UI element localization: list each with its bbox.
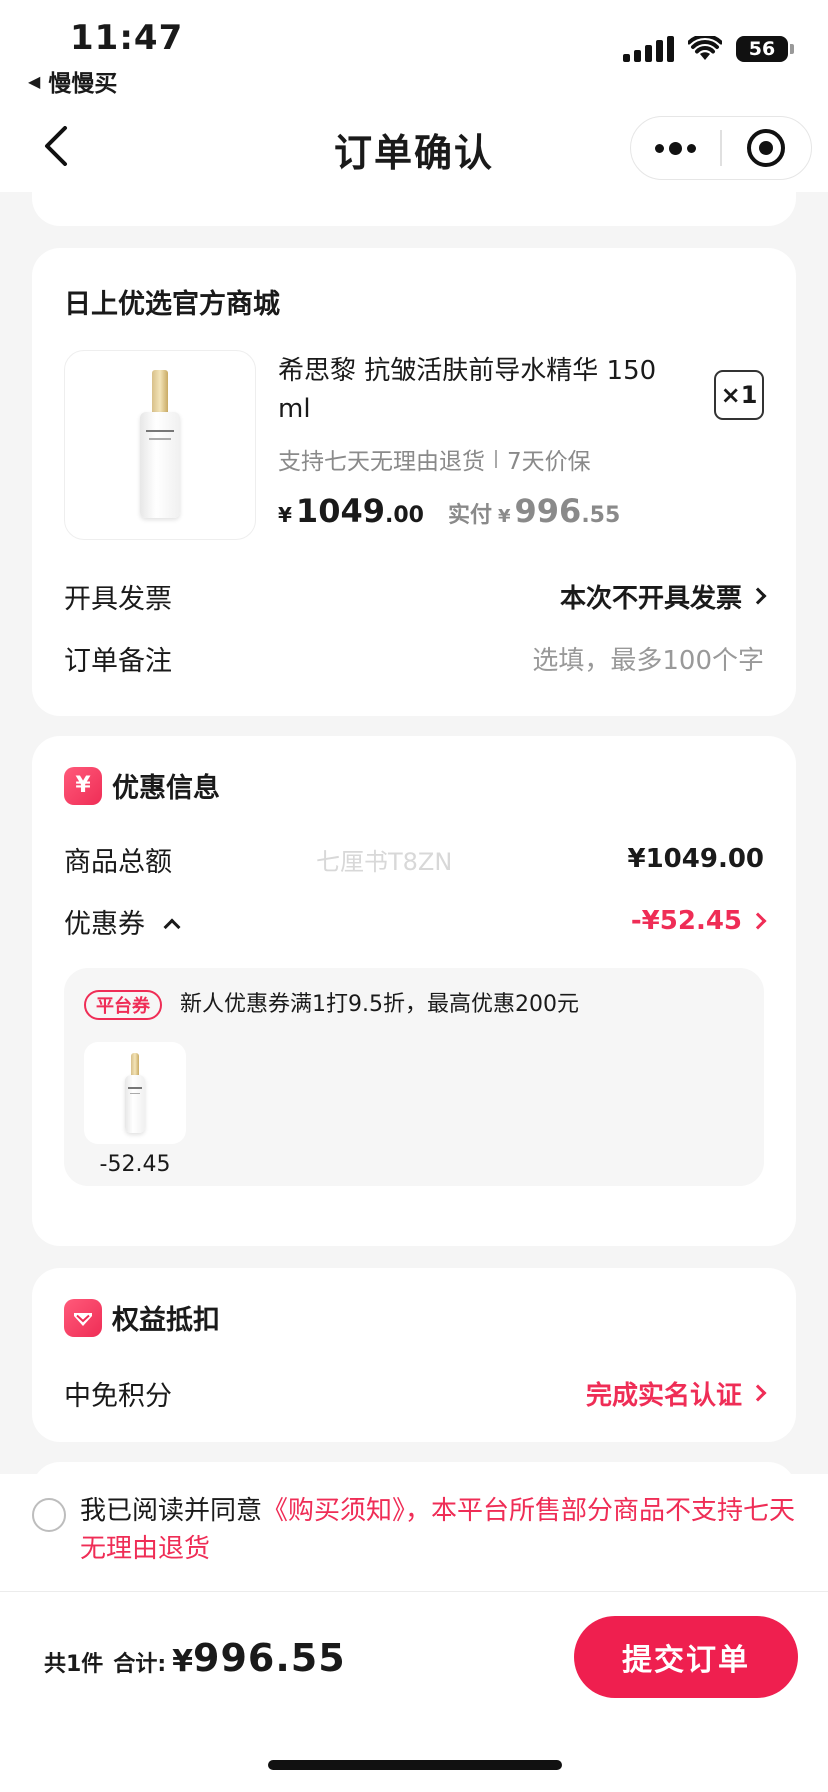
agree-checkbox[interactable] — [32, 1498, 66, 1532]
goods-total-value: ¥1049.00 — [627, 844, 764, 874]
chevron-right-icon — [749, 912, 767, 930]
back-app-label: 慢慢买 — [48, 71, 118, 97]
agreement-bar: 我已阅读并同意《购买须知》，本平台所售部分商品不支持七天无理由退货 — [0, 1474, 828, 1592]
actual-decimal: .55 — [581, 503, 621, 528]
target-icon — [747, 129, 786, 167]
agreement-text: 我已阅读并同意《购买须知》，本平台所售部分商品不支持七天无理由退货 — [80, 1492, 800, 1568]
product-bottle-image — [140, 370, 180, 520]
actual-paid-label: 实付 — [447, 503, 492, 528]
store-name: 日上优选官方商城 — [64, 289, 280, 320]
coupon-label: 优惠券 — [64, 902, 181, 941]
yen-badge-icon: ¥ — [64, 766, 102, 805]
tag-divider — [495, 450, 497, 468]
battery-icon: 56 — [736, 36, 794, 62]
points-label: 中免积分 — [64, 1380, 172, 1412]
sum-label: 合计: — [113, 1652, 167, 1677]
submit-order-button[interactable]: 提交订单 — [574, 1616, 798, 1698]
wifi-icon — [688, 36, 722, 60]
remark-input[interactable]: 选填，最多100个字 — [532, 640, 764, 677]
back-to-app-link[interactable]: ◀ 慢慢买 — [28, 64, 117, 98]
benefit-header: 权益抵扣 — [64, 1298, 220, 1337]
coupon-row[interactable]: 优惠券 -¥52.45 — [64, 896, 767, 946]
coupon-value: -¥52.45 — [630, 906, 767, 936]
total-amount: 996.55 — [193, 1636, 346, 1680]
product-title[interactable]: 希思黎 抗皱活肤前导水精华 150ml — [278, 352, 658, 428]
chevron-right-icon — [749, 587, 767, 605]
chevron-up-icon — [163, 918, 181, 935]
product-tags: 支持七天无理由退货 7天价保 — [278, 442, 591, 476]
price-decimal: .00 — [384, 503, 424, 528]
discount-card: ¥ 优惠信息 七厘书T8ZN 商品总额 ¥1049.00 优惠券 -¥52.45… — [32, 736, 796, 1246]
back-triangle-icon: ◀ — [28, 71, 41, 91]
coupon-label-text: 优惠券 — [64, 908, 145, 940]
product-image[interactable] — [64, 350, 256, 540]
tag-price-protect: 7天价保 — [507, 449, 591, 475]
goods-total-row: 商品总额 ¥1049.00 — [64, 834, 764, 884]
benefit-heart-icon — [64, 1298, 102, 1337]
actual-integer: 996 — [514, 492, 582, 530]
price-integer: 1049 — [295, 492, 385, 530]
coupon-value-text: -¥52.45 — [630, 906, 742, 936]
close-miniapp-button[interactable] — [722, 117, 811, 179]
discount-header: ¥ 优惠信息 — [64, 766, 220, 805]
price-symbol: ¥ — [278, 503, 292, 527]
tag-return: 支持七天无理由退货 — [278, 449, 485, 475]
coupon-detail-box: 平台券 新人优惠券满1打9.5折，最高优惠200元 -52.45 — [64, 968, 764, 1186]
remark-label: 订单备注 — [64, 645, 172, 677]
invoice-value-text: 本次不开具发票 — [559, 583, 742, 614]
store-card: 日上优选官方商城 希思黎 抗皱活肤前导水精华 150ml ×1 支持七天无理由退… — [32, 248, 796, 716]
platform-coupon-tag: 平台券 — [84, 990, 162, 1020]
quantity-badge: ×1 — [714, 370, 764, 420]
invoice-row[interactable]: 开具发票 本次不开具发票 — [64, 571, 767, 621]
item-count: 共1件 — [44, 1652, 104, 1677]
miniapp-capsule — [630, 116, 812, 180]
verify-identity-link[interactable]: 完成实名认证 — [585, 1375, 767, 1412]
discount-title: 优惠信息 — [112, 773, 220, 804]
product-bottle-thumb — [125, 1053, 145, 1133]
coupon-product-thumbnail — [84, 1042, 186, 1144]
status-time: 11:47 — [70, 18, 184, 58]
goods-total-label: 商品总额 — [64, 846, 172, 878]
status-bar: 11:47 ◀ 慢慢买 56 — [0, 0, 828, 100]
total-currency: ¥ — [172, 1644, 193, 1679]
signal-icon — [623, 36, 674, 62]
coupon-amount: -52.45 — [99, 1152, 171, 1177]
points-row[interactable]: 中免积分 完成实名认证 — [64, 1368, 767, 1418]
coupon-description: 新人优惠券满1打9.5折，最高优惠200元 — [180, 992, 579, 1017]
agreement-prefix: 我已阅读并同意 — [80, 1496, 263, 1526]
chevron-right-icon — [749, 1384, 767, 1402]
invoice-label: 开具发票 — [64, 583, 172, 615]
price-row: ¥ 1049 .00 实付 ¥ 996 .55 — [278, 492, 620, 530]
actual-symbol: ¥ — [497, 506, 511, 527]
home-indicator — [268, 1760, 562, 1770]
benefit-card: 权益抵扣 中免积分 完成实名认证 — [32, 1268, 796, 1442]
remark-row[interactable]: 订单备注 选填，最多100个字 — [64, 633, 764, 683]
verify-identity-text: 完成实名认证 — [585, 1380, 742, 1411]
order-total: 共1件 合计: ¥ 996.55 — [44, 1636, 346, 1680]
nav-bar: 订单确认 — [0, 100, 828, 192]
address-card-bottom — [32, 192, 796, 226]
benefit-title: 权益抵扣 — [112, 1305, 220, 1336]
status-icons: 56 — [623, 36, 794, 62]
invoice-value: 本次不开具发票 — [559, 578, 767, 615]
more-dots-icon — [655, 141, 697, 155]
bottom-bar: 共1件 合计: ¥ 996.55 提交订单 — [0, 1592, 828, 1792]
more-button[interactable] — [631, 117, 720, 179]
